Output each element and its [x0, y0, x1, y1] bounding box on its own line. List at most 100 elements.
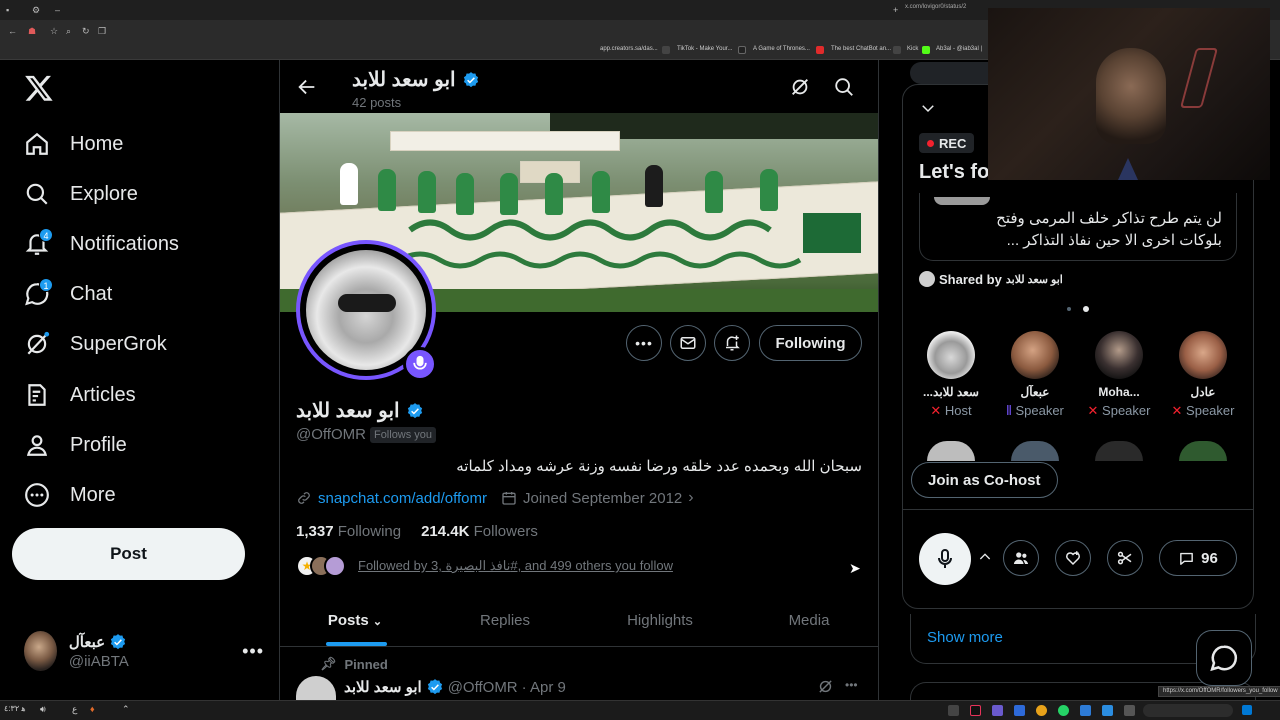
- windows-start-icon[interactable]: [1242, 705, 1252, 715]
- new-tab-icon[interactable]: +: [893, 3, 898, 17]
- app-icon[interactable]: [1080, 705, 1091, 716]
- language-indicator[interactable]: ع: [72, 704, 77, 715]
- tray-chevron-icon[interactable]: ⌃: [122, 704, 130, 715]
- listener-avatar[interactable]: [1011, 441, 1059, 461]
- tab-posts[interactable]: Posts ⌄: [280, 600, 430, 640]
- following-button[interactable]: Following: [759, 325, 862, 361]
- account-switcher[interactable]: عبعآل @iiABTA •••: [24, 630, 264, 672]
- x-logo-icon[interactable]: [24, 72, 54, 104]
- chevron-up-icon: [979, 553, 991, 560]
- followed-by-row[interactable]: ★ Followed by 3, نافذ البصيرة#, and 499 …: [296, 555, 673, 577]
- search-icon: [26, 183, 48, 205]
- status-url-tooltip: https://x.com/OffOMR/followers_you_follo…: [1158, 686, 1280, 697]
- bookmark[interactable]: Kick: [907, 46, 918, 52]
- more-options-button[interactable]: •••: [626, 325, 662, 361]
- app-icon[interactable]: [992, 705, 1003, 716]
- listener-avatar[interactable]: [1095, 441, 1143, 461]
- speaker[interactable]: عادل ✕ Speaker: [1163, 331, 1243, 419]
- more-dots-icon[interactable]: •••: [242, 641, 264, 662]
- following-count: 1,337: [296, 523, 334, 540]
- window-menu-icon[interactable]: ▪: [6, 3, 9, 17]
- live-space-badge[interactable]: [403, 347, 437, 381]
- comments-button[interactable]: 96: [1159, 540, 1237, 576]
- tiktok-app-icon[interactable]: [970, 705, 981, 716]
- settings-icon[interactable]: ⚙: [32, 3, 40, 17]
- message-button[interactable]: [670, 325, 706, 361]
- back-button[interactable]: [296, 76, 318, 103]
- nav-chat[interactable]: 1 Chat: [24, 276, 112, 312]
- chrome-icon[interactable]: [1036, 705, 1047, 716]
- star-icon[interactable]: ☆: [50, 24, 58, 38]
- chevron-right-icon[interactable]: ›: [688, 489, 693, 507]
- pinned-author-name[interactable]: ابو سعد للابد: [344, 678, 422, 696]
- listener-avatar[interactable]: [1179, 441, 1227, 461]
- speaker[interactable]: Moha... ✕ Speaker: [1079, 331, 1159, 419]
- listener-avatar[interactable]: [927, 441, 975, 461]
- volume-icon[interactable]: 🔊︎: [40, 704, 46, 715]
- app-icon[interactable]: [1014, 705, 1025, 716]
- app-icon[interactable]: [948, 705, 959, 716]
- copy-icon[interactable]: ❐: [98, 24, 106, 38]
- more-icon: [25, 483, 49, 507]
- grok-button[interactable]: [817, 678, 834, 700]
- address-bar-url[interactable]: x.com/lovigor0/status/2: [905, 4, 966, 10]
- nav-articles[interactable]: Articles: [24, 377, 136, 413]
- carousel-dot[interactable]: [1067, 307, 1071, 311]
- nav-label: More: [70, 483, 116, 506]
- show-more-link[interactable]: Show more: [927, 629, 1003, 646]
- tab-replies[interactable]: Replies: [430, 600, 580, 640]
- react-button[interactable]: [1055, 540, 1091, 576]
- nav-more[interactable]: More: [24, 477, 116, 513]
- account-name: عبعآل: [68, 633, 106, 651]
- speaker-host[interactable]: ...سعد للابد ✕ Host: [911, 331, 991, 419]
- avatar: [927, 331, 975, 379]
- back-icon[interactable]: ←: [8, 24, 17, 38]
- speaker[interactable]: عبعآل ⦀ Speaker: [995, 331, 1075, 419]
- link-icon: [298, 492, 310, 504]
- following-stat[interactable]: 1,337 Following: [296, 523, 401, 540]
- search-icon[interactable]: ⌕: [66, 24, 71, 38]
- nav-notifications[interactable]: 4 Notifications: [24, 226, 179, 262]
- nav-supergrok[interactable]: SuperGrok: [24, 326, 167, 362]
- grok-button[interactable]: [789, 76, 811, 103]
- minimize-icon[interactable]: –: [55, 3, 60, 17]
- bookmark[interactable]: A Game of Thrones...: [753, 46, 810, 52]
- followed-by-text[interactable]: Followed by 3, نافذ البصيرة#, and 499 ot…: [358, 558, 673, 574]
- grok-icon: [819, 680, 832, 693]
- bookmark[interactable]: app.creators.sa/das...: [600, 46, 658, 52]
- extension-icon[interactable]: ☗: [28, 24, 36, 38]
- expand-button[interactable]: [977, 549, 993, 570]
- request-mic-button[interactable]: [919, 533, 971, 585]
- nav-explore[interactable]: Explore: [24, 176, 138, 212]
- shared-by-name[interactable]: ابو سعد للابد: [1006, 273, 1063, 286]
- nav-profile[interactable]: Profile: [24, 427, 127, 463]
- participants-button[interactable]: [1003, 540, 1039, 576]
- mic-icon[interactable]: ♦: [90, 704, 95, 714]
- bookmark[interactable]: The best ChatBot an...: [831, 46, 891, 52]
- app-icon[interactable]: [1102, 705, 1113, 716]
- tab-media[interactable]: Media: [740, 600, 878, 640]
- refresh-icon[interactable]: ↻: [82, 24, 90, 38]
- banner-player: [500, 173, 518, 215]
- app-icon[interactable]: [1124, 705, 1135, 716]
- bookmark[interactable]: TikTok - Make Your...: [677, 46, 732, 52]
- join-cohost-button[interactable]: Join as Co-host: [911, 462, 1058, 498]
- profile-search-button[interactable]: [833, 76, 855, 103]
- whatsapp-icon[interactable]: [1058, 705, 1069, 716]
- post-button[interactable]: Post: [12, 528, 245, 580]
- taskbar-search-input[interactable]: [1143, 704, 1233, 717]
- collapse-space-button[interactable]: [919, 99, 937, 122]
- shared-post-card[interactable]: لن يتم طرح تذاكر خلف المرمى وفتح بلوكات …: [919, 193, 1237, 261]
- divider: [903, 509, 1253, 510]
- bookmark[interactable]: Ab3al - @iab3al |: [936, 46, 982, 52]
- followers-stat[interactable]: 214.4K Followers: [421, 523, 538, 540]
- clip-button[interactable]: [1107, 540, 1143, 576]
- carousel-dot-active[interactable]: [1083, 306, 1089, 312]
- subscribe-notifications-button[interactable]: [714, 325, 750, 361]
- nav-home[interactable]: Home: [24, 126, 123, 162]
- post-more-icon[interactable]: •••: [845, 678, 858, 692]
- profile-link[interactable]: snapchat.com/add/offomr: [318, 490, 487, 507]
- verified-icon[interactable]: [406, 402, 424, 420]
- grok-chat-button[interactable]: [1196, 630, 1252, 686]
- tab-highlights[interactable]: Highlights: [580, 600, 740, 640]
